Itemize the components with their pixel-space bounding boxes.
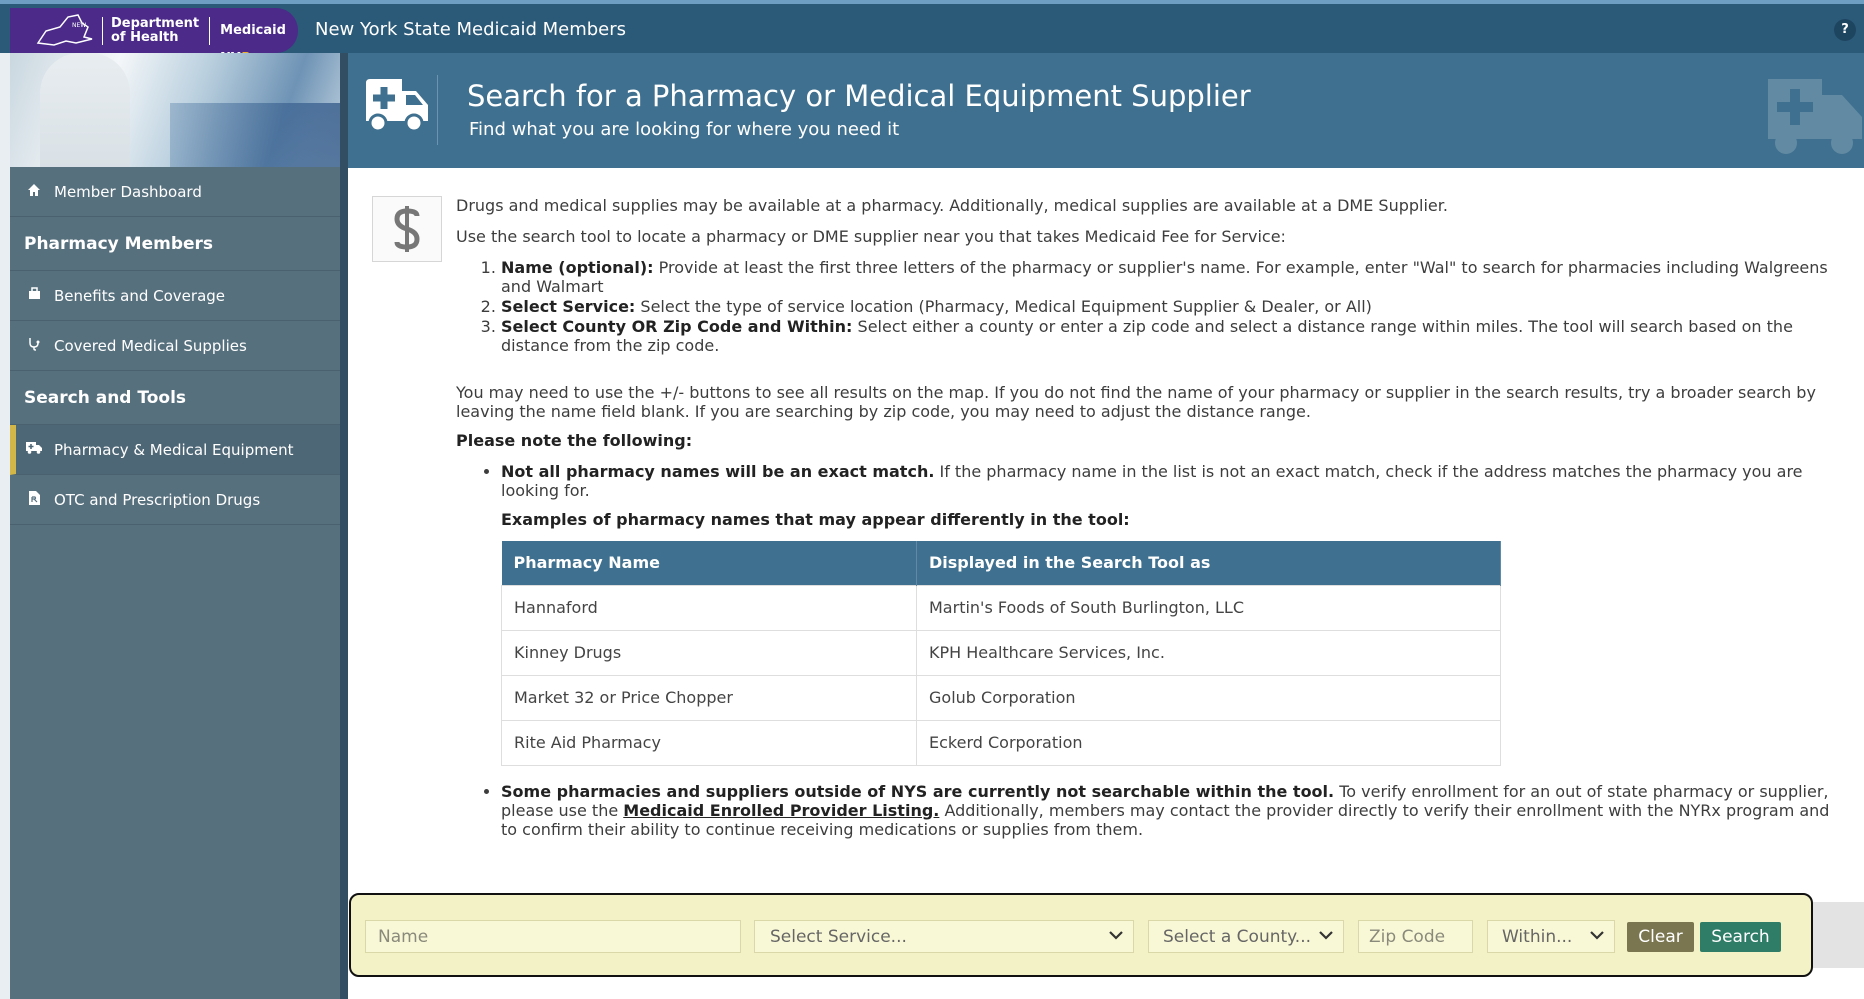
service-select-value: Select Service... — [770, 926, 907, 947]
table-cell: Hannaford — [501, 584, 917, 631]
sidebar-item-member-dashboard[interactable]: Member Dashboard — [10, 167, 340, 217]
within-select-value: Within... — [1502, 926, 1573, 947]
search-button[interactable]: Search — [1700, 922, 1781, 952]
table-cell: Rite Aid Pharmacy — [501, 719, 917, 766]
hallway-figure — [170, 103, 340, 167]
table-row: Rite Aid Pharmacy Eckerd Corporation — [501, 719, 1501, 766]
bullet-label: Not all pharmacy names will be an exact … — [501, 462, 935, 481]
prescription-file-icon — [24, 490, 44, 509]
ny-state-icon: NEW — [32, 11, 98, 51]
table-row: Hannaford Martin's Foods of South Burlin… — [501, 584, 1501, 631]
top-bar: NEW Department of Health Medicaid NYRx N… — [0, 0, 1864, 66]
sidebar-heading-pharmacy-members: Pharmacy Members — [10, 217, 340, 271]
home-icon — [24, 183, 44, 201]
ambulance-icon — [24, 441, 44, 458]
logo-dept-line1: Department — [111, 15, 200, 31]
step-text: Provide at least the first three letters… — [501, 258, 1828, 296]
sidebar-item-benefits[interactable]: Benefits and Coverage — [10, 271, 340, 321]
county-select-value: Select a County... — [1163, 926, 1312, 947]
table-cell: Martin's Foods of South Burlington, LLC — [916, 584, 1501, 631]
sidebar: Member Dashboard Pharmacy Members Benefi… — [10, 53, 340, 999]
instruction-step-1: Name (optional): Provide at least the fi… — [501, 258, 1836, 296]
map-note: You may need to use the +/- buttons to s… — [456, 383, 1816, 421]
sidebar-item-label: Pharmacy & Medical Equipment — [54, 440, 294, 459]
sidebar-item-pharmacy-equipment[interactable]: Pharmacy & Medical Equipment — [10, 425, 340, 475]
zip-code-field[interactable] — [1358, 920, 1473, 953]
table-row: Market 32 or Price Chopper Golub Corpora… — [501, 674, 1501, 721]
sidebar-item-covered-supplies[interactable]: Covered Medical Supplies — [10, 321, 340, 371]
service-select[interactable]: Select Service... — [754, 920, 1134, 953]
sidebar-item-label: Benefits and Coverage — [54, 286, 226, 305]
instruction-step-2: Select Service: Select the type of servi… — [501, 297, 1836, 316]
table-cell: Kinney Drugs — [501, 629, 917, 676]
table-cell: Golub Corporation — [916, 674, 1501, 721]
note-heading: Please note the following: — [456, 431, 693, 450]
table-header-row: Pharmacy Name Displayed in the Search To… — [501, 541, 1501, 585]
step-label: Name (optional): — [501, 258, 654, 277]
intro-text: Drugs and medical supplies may be availa… — [456, 196, 1836, 855]
logo-dept-text: Department of Health — [102, 15, 209, 45]
site-title: New York State Medicaid Members — [315, 19, 627, 40]
help-icon[interactable]: ? — [1834, 19, 1856, 41]
instructions-list: Name (optional): Provide at least the fi… — [501, 258, 1836, 355]
notes-list: Not all pharmacy names will be an exact … — [501, 462, 1836, 839]
within-select[interactable]: Within... — [1487, 920, 1615, 953]
dollar-sign-icon — [372, 196, 442, 262]
step-label: Select Service: — [501, 297, 636, 316]
note-bullet-1: Not all pharmacy names will be an exact … — [501, 462, 1836, 766]
table-row: Kinney Drugs KPH Healthcare Services, In… — [501, 629, 1501, 676]
sidebar-item-label: Covered Medical Supplies — [54, 336, 247, 355]
name-input[interactable] — [378, 921, 740, 952]
page-title: Search for a Pharmacy or Medical Equipme… — [467, 79, 1251, 113]
instruction-step-3: Select County OR Zip Code and Within: Se… — [501, 317, 1836, 355]
sidebar-item-label: OTC and Prescription Drugs — [54, 490, 261, 509]
doctor-figure — [40, 53, 130, 167]
bullet-label: Some pharmacies and suppliers outside of… — [501, 781, 1335, 801]
provider-listing-link[interactable]: Medicaid Enrolled Provider Listing. — [623, 801, 939, 820]
table-header: Displayed in the Search Tool as — [916, 541, 1501, 585]
briefcase-icon — [24, 287, 44, 304]
logo-medicaid-text: Medicaid NYRx — [209, 16, 298, 66]
name-field[interactable] — [365, 920, 741, 953]
page-header: Search for a Pharmacy or Medical Equipme… — [348, 53, 1864, 168]
sidebar-heading-search-tools: Search and Tools — [10, 371, 340, 425]
ambulance-icon — [362, 75, 438, 145]
zip-code-input[interactable] — [1369, 921, 1472, 952]
table-cell: Market 32 or Price Chopper — [501, 674, 917, 721]
county-select[interactable]: Select a County... — [1148, 920, 1344, 953]
chevron-down-icon — [1109, 929, 1133, 944]
sidebar-divider — [340, 53, 348, 999]
search-bar: Select Service... Select a County... Wit… — [349, 893, 1813, 977]
step-label: Select County OR Zip Code and Within: — [501, 317, 853, 336]
ambulance-watermark-icon — [1764, 69, 1864, 163]
sidebar-item-label: Member Dashboard — [54, 182, 202, 201]
intro-paragraph-1: Drugs and medical supplies may be availa… — [456, 196, 1448, 215]
step-text: Select the type of service location (Pha… — [635, 297, 1372, 316]
nys-doh-logo[interactable]: NEW Department of Health Medicaid NYRx — [10, 8, 298, 66]
table-cell: Eckerd Corporation — [916, 719, 1501, 766]
logo-state-text: NEW — [72, 22, 86, 29]
chevron-down-icon — [1590, 929, 1614, 944]
table-header: Pharmacy Name — [501, 541, 917, 585]
table-cell: KPH Healthcare Services, Inc. — [916, 629, 1501, 676]
sidebar-banner-image — [10, 53, 340, 167]
examples-label: Examples of pharmacy names that may appe… — [501, 510, 1130, 529]
sidebar-item-otc-drugs[interactable]: OTC and Prescription Drugs — [10, 475, 340, 525]
intro-paragraph-2: Use the search tool to locate a pharmacy… — [456, 227, 1286, 246]
search-bar-extension — [1813, 902, 1864, 968]
stethoscope-icon — [24, 337, 44, 355]
page-subtitle: Find what you are looking for where you … — [469, 119, 900, 140]
logo-dept-line2: of Health — [111, 29, 179, 45]
chevron-down-icon — [1319, 929, 1343, 944]
pharmacy-names-table: Pharmacy Name Displayed in the Search To… — [501, 541, 1501, 766]
note-bullet-2: Some pharmacies and suppliers outside of… — [501, 782, 1836, 839]
clear-button[interactable]: Clear — [1627, 922, 1694, 952]
main-content: Drugs and medical supplies may be availa… — [348, 168, 1864, 999]
